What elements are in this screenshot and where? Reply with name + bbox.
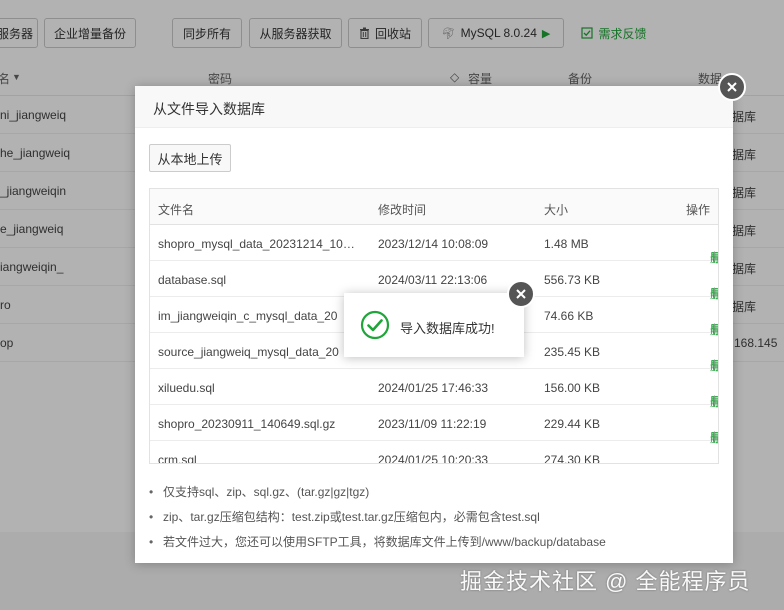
dialog-close-button[interactable]	[718, 73, 746, 101]
upload-local-label: 从本地上传	[157, 151, 223, 167]
success-toast: 导入数据库成功!	[344, 280, 535, 357]
toast-message: 导入数据库成功!	[400, 321, 495, 336]
file-size: 1.48 MB	[544, 237, 589, 251]
file-name: shopro_20230911_140649.sql.gz	[158, 417, 336, 431]
header-modified-time: 修改时间	[378, 203, 427, 217]
header-file-name: 文件名	[158, 203, 195, 217]
note-item: 若文件过大，您还可以使用SFTP工具，将数据库文件上传到/www/backup/…	[149, 530, 719, 555]
file-size: 556.73 KB	[544, 273, 601, 287]
file-time: 2024/01/25 17:46:33	[378, 381, 489, 395]
success-check-icon	[360, 310, 390, 340]
dialog-title: 从文件导入数据库	[153, 101, 265, 117]
file-name: im_jiangweiqin_c_mysql_data_20	[158, 309, 338, 323]
table-row: crm.sql 2024/01/25 10:20:33 274.30 KB 导入…	[150, 441, 718, 464]
file-size: 229.44 KB	[544, 417, 601, 431]
file-name: source_jiangweiq_mysql_data_20	[158, 345, 339, 359]
file-time: 2023/12/14 10:08:09	[378, 237, 489, 251]
toast-close-button[interactable]	[507, 280, 535, 308]
table-row: shopro_mysql_data_20231214_10… 2023/12/1…	[150, 225, 718, 265]
note-item: 仅支持sql、zip、sql.gz、(tar.gz|gz|tgz)	[149, 480, 719, 505]
table-row: xiluedu.sql 2024/01/25 17:46:33 156.00 K…	[150, 369, 718, 409]
file-time: 2024/01/25 10:20:33	[378, 453, 489, 464]
note-item: zip、tar.gz压缩包结构：test.zip或test.tar.gz压缩包内…	[149, 505, 719, 530]
table-row: shopro_20230911_140649.sql.gz 2023/11/09…	[150, 405, 718, 445]
upload-local-button[interactable]: 从本地上传	[149, 144, 231, 172]
file-table-header: 文件名 修改时间 大小 操作	[150, 189, 718, 225]
file-name: xiluedu.sql	[158, 381, 215, 395]
file-name: shopro_mysql_data_20231214_10…	[158, 237, 355, 251]
file-time: 2023/11/09 11:22:19	[378, 417, 487, 431]
file-size: 235.45 KB	[544, 345, 601, 359]
header-size: 大小	[544, 203, 569, 217]
file-name: crm.sql	[158, 453, 197, 464]
file-time: 2024/03/11 22:13:06	[378, 273, 488, 287]
dialog-header: 从文件导入数据库	[135, 73, 746, 128]
file-name: database.sql	[158, 273, 227, 287]
file-size: 156.00 KB	[544, 381, 601, 395]
close-icon	[727, 82, 737, 92]
close-icon	[516, 289, 526, 299]
file-size: 274.30 KB	[544, 453, 601, 464]
table-row: database.sql 2024/03/11 22:13:06 556.73 …	[150, 261, 718, 301]
header-operations: 操作	[685, 203, 710, 217]
watermark-text: 掘金技术社区 @ 全能程序员	[460, 569, 751, 594]
import-notes: 仅支持sql、zip、sql.gz、(tar.gz|gz|tgz) zip、ta…	[149, 480, 719, 555]
file-size: 74.66 KB	[544, 309, 594, 323]
